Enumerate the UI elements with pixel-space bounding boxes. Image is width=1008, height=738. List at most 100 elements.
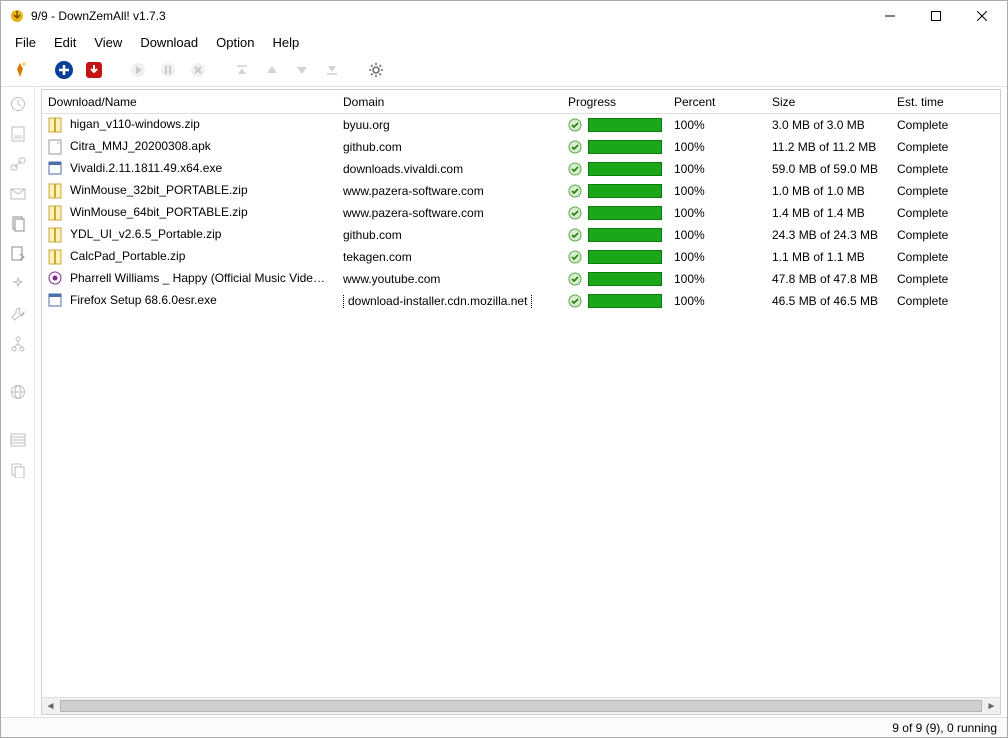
table-row[interactable]: Vivaldi.2.11.1811.49.x64.exe downloads.vi… — [42, 158, 1000, 180]
size-text: 1.1 MB of 1.1 MB — [766, 250, 891, 264]
mail-icon[interactable] — [7, 183, 29, 205]
file-name: YDL_UI_v2.6.5_Portable.zip — [70, 227, 221, 241]
wrench-icon[interactable] — [7, 303, 29, 325]
est-text: Complete — [891, 184, 971, 198]
files-icon[interactable] — [7, 213, 29, 235]
progress-bar — [588, 228, 662, 242]
file-name: WinMouse_64bit_PORTABLE.zip — [70, 205, 248, 219]
add-download-button[interactable] — [51, 57, 77, 83]
file-name: higan_v110-windows.zip — [70, 117, 200, 131]
menu-view[interactable]: View — [86, 33, 130, 52]
progress-bar — [588, 118, 662, 132]
scroll-thumb[interactable] — [60, 700, 982, 712]
table-row[interactable]: WinMouse_32bit_PORTABLE.zip www.pazera-so… — [42, 180, 1000, 202]
progress-bar — [588, 294, 662, 308]
window-controls — [867, 1, 1005, 31]
menubar: File Edit View Download Option Help — [1, 31, 1007, 53]
sidebar — [1, 87, 35, 717]
col-name[interactable]: Download/Name — [42, 95, 337, 109]
est-text: Complete — [891, 140, 971, 154]
file-name: Citra_MMJ_20200308.apk — [70, 139, 211, 153]
domain-text: tekagen.com — [343, 250, 412, 264]
file-type-icon — [48, 161, 64, 177]
menu-download[interactable]: Download — [132, 33, 206, 52]
percent-text: 100% — [668, 294, 766, 308]
file-name: CalcPad_Portable.zip — [70, 249, 185, 263]
menu-file[interactable]: File — [7, 33, 44, 52]
file-name: Pharrell Williams _ Happy (Official Musi… — [70, 271, 337, 285]
progress-bar — [588, 140, 662, 154]
horizontal-scrollbar[interactable]: ◄ ► — [42, 697, 1000, 714]
file-name: Firefox Setup 68.6.0esr.exe — [70, 293, 217, 307]
percent-text: 100% — [668, 206, 766, 220]
size-text: 1.4 MB of 1.4 MB — [766, 206, 891, 220]
progress-bar — [588, 272, 662, 286]
size-text: 1.0 MB of 1.0 MB — [766, 184, 891, 198]
minimize-button[interactable] — [867, 1, 913, 31]
move-up-button[interactable] — [259, 57, 285, 83]
menu-option[interactable]: Option — [208, 33, 262, 52]
file-name: Vivaldi.2.11.1811.49.x64.exe — [70, 161, 222, 175]
scroll-right-icon[interactable]: ► — [983, 698, 1000, 714]
progress-bar — [588, 206, 662, 220]
table-row[interactable]: higan_v110-windows.zip byuu.org 100%3.0 MB… — [42, 114, 1000, 136]
copy-icon[interactable] — [7, 459, 29, 481]
size-text: 47.8 MB of 47.8 MB — [766, 272, 891, 286]
size-text: 3.0 MB of 3.0 MB — [766, 118, 891, 132]
table-row[interactable]: YDL_UI_v2.6.5_Portable.zipgithub.com100%… — [42, 224, 1000, 246]
statusbar: 9 of 9 (9), 0 running — [1, 717, 1007, 737]
col-percent[interactable]: Percent — [668, 95, 766, 109]
add-batch-button[interactable] — [81, 57, 107, 83]
pause-button[interactable] — [155, 57, 181, 83]
domain-text: github.com — [343, 228, 402, 242]
progress-bar — [588, 162, 662, 176]
move-down-button[interactable] — [289, 57, 315, 83]
col-domain[interactable]: Domain — [337, 95, 562, 109]
clock-icon[interactable] — [7, 93, 29, 115]
percent-text: 100% — [668, 118, 766, 132]
complete-check-icon — [568, 250, 582, 264]
domain-text: www.pazera-software.com — [343, 184, 484, 198]
maximize-button[interactable] — [913, 1, 959, 31]
est-text: Complete — [891, 250, 971, 264]
scroll-left-icon[interactable]: ◄ — [42, 698, 59, 714]
close-button[interactable] — [959, 1, 1005, 31]
col-est[interactable]: Est. time — [891, 95, 971, 109]
est-text: Complete — [891, 118, 971, 132]
col-progress[interactable]: Progress — [562, 95, 668, 109]
cancel-button[interactable] — [185, 57, 211, 83]
menu-help[interactable]: Help — [264, 33, 307, 52]
size-text: 24.3 MB of 24.3 MB — [766, 228, 891, 242]
est-text: Complete — [891, 206, 971, 220]
menu-edit[interactable]: Edit — [46, 33, 84, 52]
table-row[interactable]: Pharrell Williams _ Happy (Official Musi… — [42, 268, 1000, 290]
sparkle-icon[interactable] — [7, 273, 29, 295]
link-icon[interactable] — [7, 153, 29, 175]
table-row[interactable]: Citra_MMJ_20200308.apkgithub.com100%11.2… — [42, 136, 1000, 158]
globe-icon[interactable] — [7, 381, 29, 403]
table-row[interactable]: Firefox Setup 68.6.0esr.exe download-inst… — [42, 290, 1000, 312]
percent-text: 100% — [668, 140, 766, 154]
domain-text: download-installer.cdn.mozilla.net — [343, 294, 532, 308]
tree-icon[interactable] — [7, 333, 29, 355]
move-bottom-button[interactable] — [319, 57, 345, 83]
file-arrow-icon[interactable] — [7, 243, 29, 265]
table-header: Download/Name Domain Progress Percent Si… — [42, 90, 1000, 114]
file-type-icon — [48, 139, 64, 155]
move-top-button[interactable] — [229, 57, 255, 83]
col-size[interactable]: Size — [766, 95, 891, 109]
settings-button[interactable] — [363, 57, 389, 83]
file-type-icon — [48, 271, 64, 287]
file-type-icon — [48, 117, 64, 133]
domain-text: downloads.vivaldi.com — [343, 162, 463, 176]
domain-text: byuu.org — [343, 118, 390, 132]
resume-button[interactable] — [125, 57, 151, 83]
page-icon[interactable] — [7, 123, 29, 145]
percent-text: 100% — [668, 162, 766, 176]
table-row[interactable]: WinMouse_64bit_PORTABLE.zipwww.pazera-so… — [42, 202, 1000, 224]
file-name: WinMouse_32bit_PORTABLE.zip — [70, 183, 248, 197]
wizard-button[interactable] — [7, 57, 33, 83]
size-text: 11.2 MB of 11.2 MB — [766, 140, 891, 154]
list-icon[interactable] — [7, 429, 29, 451]
table-row[interactable]: CalcPad_Portable.ziptekagen.com100%1.1 M… — [42, 246, 1000, 268]
